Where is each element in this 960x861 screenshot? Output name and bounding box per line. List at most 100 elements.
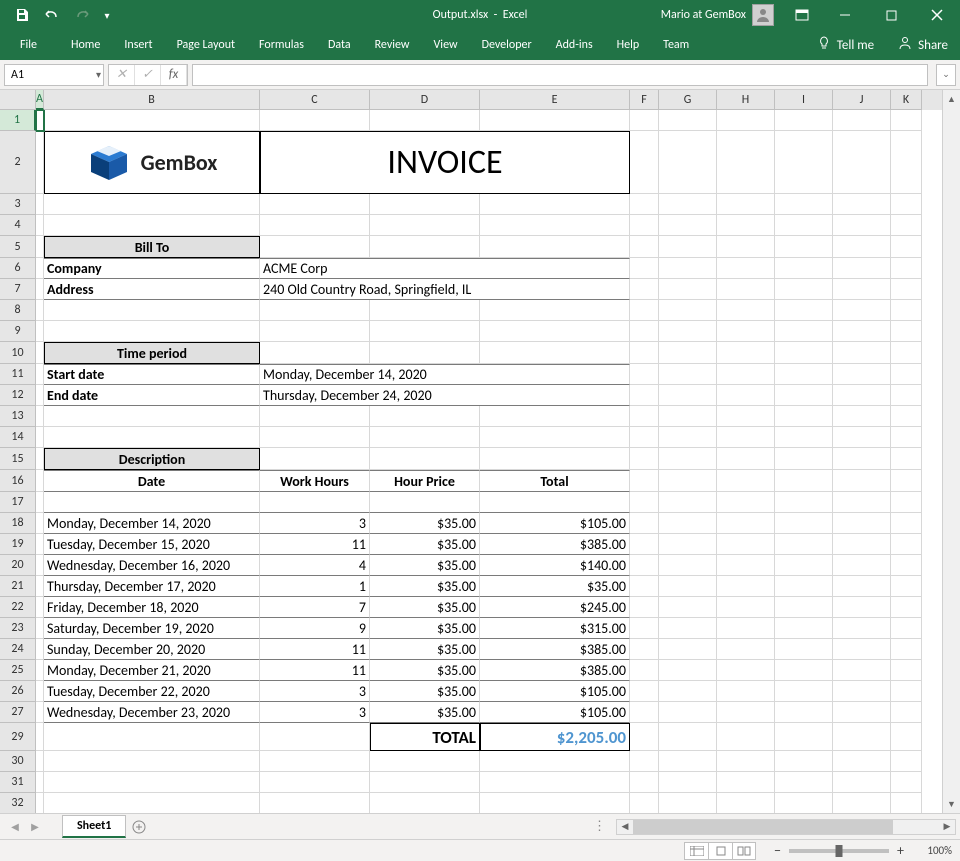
cell[interactable] xyxy=(480,772,630,793)
cell[interactable] xyxy=(260,492,370,513)
cell[interactable] xyxy=(775,639,833,660)
cell[interactable] xyxy=(630,723,659,751)
column-header-I[interactable]: I xyxy=(775,90,833,110)
cell[interactable] xyxy=(717,618,775,639)
cell[interactable] xyxy=(717,110,775,131)
cell[interactable] xyxy=(891,110,922,131)
cell[interactable] xyxy=(630,681,659,702)
cell[interactable] xyxy=(630,215,659,236)
cell[interactable] xyxy=(717,194,775,215)
row-header-23[interactable]: 23 xyxy=(0,618,36,639)
page-break-view-button[interactable] xyxy=(732,842,756,860)
tab-home[interactable]: Home xyxy=(59,30,112,60)
tab-addins[interactable]: Add-ins xyxy=(544,30,605,60)
cell[interactable] xyxy=(36,513,44,534)
cell[interactable] xyxy=(891,681,922,702)
cell[interactable] xyxy=(260,110,370,131)
normal-view-button[interactable] xyxy=(684,842,708,860)
tab-file[interactable]: File xyxy=(8,30,49,60)
cell[interactable] xyxy=(480,215,630,236)
cell[interactable] xyxy=(480,342,630,364)
cell[interactable] xyxy=(891,751,922,772)
cell[interactable] xyxy=(891,258,922,279)
cell[interactable] xyxy=(775,793,833,813)
horizontal-scrollbar[interactable]: ◀ ▶ xyxy=(616,819,956,835)
cell[interactable] xyxy=(833,534,891,555)
cell[interactable] xyxy=(833,470,891,492)
cell[interactable] xyxy=(659,751,717,772)
undo-button[interactable] xyxy=(38,3,66,27)
cell[interactable] xyxy=(480,406,630,427)
cell[interactable] xyxy=(717,555,775,576)
cell[interactable] xyxy=(717,702,775,723)
column-header-G[interactable]: G xyxy=(659,90,717,110)
cell[interactable] xyxy=(36,448,44,470)
cell[interactable] xyxy=(659,555,717,576)
cell[interactable] xyxy=(659,215,717,236)
cell[interactable] xyxy=(717,772,775,793)
cell[interactable] xyxy=(717,300,775,321)
cell[interactable] xyxy=(36,194,44,215)
cell[interactable] xyxy=(833,772,891,793)
cell[interactable] xyxy=(717,321,775,342)
cell[interactable] xyxy=(717,793,775,813)
cell[interactable] xyxy=(480,492,630,513)
cell[interactable] xyxy=(630,618,659,639)
cell[interactable] xyxy=(36,342,44,364)
row-header-15[interactable]: 15 xyxy=(0,448,36,470)
cell[interactable] xyxy=(659,364,717,385)
cell[interactable] xyxy=(630,576,659,597)
cell[interactable] xyxy=(260,342,370,364)
cell[interactable] xyxy=(833,618,891,639)
insert-function-button[interactable]: fx xyxy=(161,65,187,85)
cell[interactable] xyxy=(260,300,370,321)
cell[interactable] xyxy=(717,215,775,236)
page-layout-view-button[interactable] xyxy=(708,842,732,860)
cell[interactable] xyxy=(44,723,260,751)
row-header-30[interactable]: 30 xyxy=(0,751,36,772)
cell[interactable] xyxy=(833,131,891,194)
new-sheet-button[interactable] xyxy=(126,816,152,838)
cell[interactable] xyxy=(36,427,44,448)
cell[interactable] xyxy=(833,555,891,576)
cell[interactable] xyxy=(36,300,44,321)
cell[interactable] xyxy=(36,660,44,681)
row-header-32[interactable]: 32 xyxy=(0,793,36,813)
cell[interactable] xyxy=(891,279,922,300)
cell[interactable] xyxy=(833,513,891,534)
redo-button[interactable] xyxy=(68,3,96,27)
cell[interactable] xyxy=(370,793,480,813)
cell[interactable] xyxy=(891,321,922,342)
cell[interactable] xyxy=(717,258,775,279)
cell[interactable] xyxy=(775,772,833,793)
cell[interactable] xyxy=(630,470,659,492)
cell[interactable] xyxy=(630,772,659,793)
tab-insert[interactable]: Insert xyxy=(112,30,164,60)
cell[interactable] xyxy=(36,321,44,342)
tab-review[interactable]: Review xyxy=(363,30,422,60)
column-header-K[interactable]: K xyxy=(891,90,922,110)
expand-formula-bar-button[interactable]: ⌄ xyxy=(936,64,956,86)
cell[interactable] xyxy=(630,342,659,364)
row-header-25[interactable]: 25 xyxy=(0,660,36,681)
cell[interactable] xyxy=(480,300,630,321)
cell[interactable] xyxy=(833,639,891,660)
cell[interactable] xyxy=(44,300,260,321)
cell[interactable] xyxy=(659,513,717,534)
cell[interactable] xyxy=(891,555,922,576)
cell[interactable] xyxy=(717,576,775,597)
cell[interactable] xyxy=(630,492,659,513)
cell[interactable] xyxy=(44,215,260,236)
cell[interactable] xyxy=(717,448,775,470)
cell[interactable] xyxy=(370,215,480,236)
cell[interactable] xyxy=(630,448,659,470)
column-header-E[interactable]: E xyxy=(480,90,630,110)
close-button[interactable] xyxy=(914,0,960,30)
cell[interactable] xyxy=(630,406,659,427)
cell[interactable] xyxy=(260,723,370,751)
cell[interactable] xyxy=(659,618,717,639)
cell[interactable] xyxy=(891,576,922,597)
cell[interactable] xyxy=(260,772,370,793)
column-header-C[interactable]: C xyxy=(260,90,370,110)
row-header-4[interactable]: 4 xyxy=(0,215,36,236)
